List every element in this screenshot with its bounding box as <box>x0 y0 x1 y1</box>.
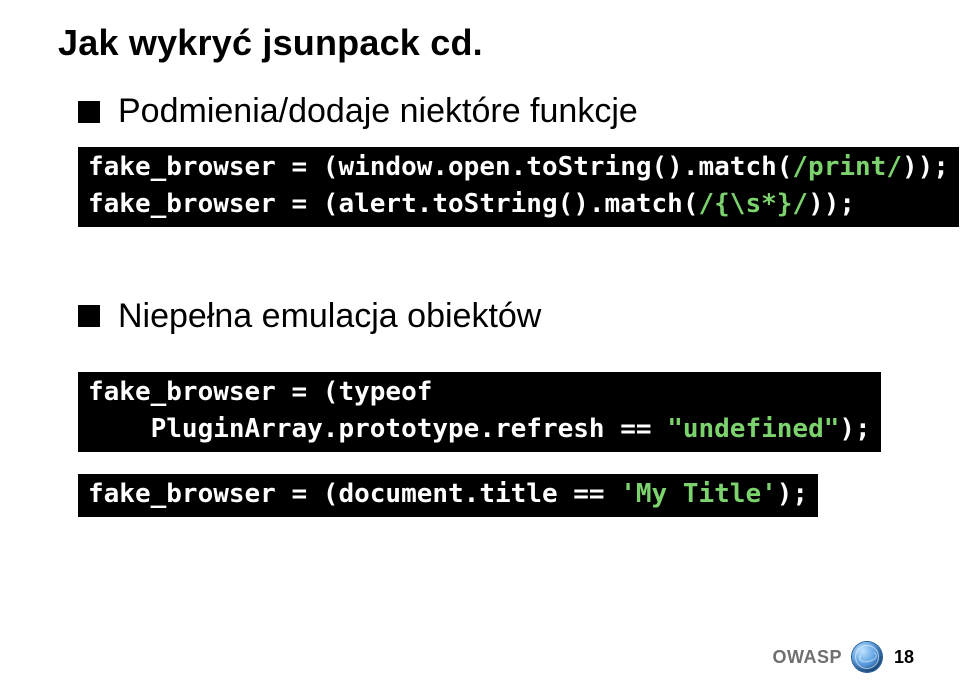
code-text: ); <box>839 414 870 444</box>
code-regex: /{\s*}/ <box>698 189 808 219</box>
footer-page-number: 18 <box>894 647 914 668</box>
slide: Jak wykryć jsunpack cd. Podmienia/dodaje… <box>0 0 960 692</box>
code-text: fake_browser = (document.title == <box>88 479 620 509</box>
code-block-1: fake_browser = (window.open.toString().m… <box>78 147 959 227</box>
code-text: fake_browser = (window.open.toString().m… <box>88 152 792 182</box>
code-regex: /print/ <box>792 152 902 182</box>
slide-footer: OWASP 18 <box>772 642 914 672</box>
footer-brand: OWASP <box>772 647 842 668</box>
bullet-text: Podmienia/dodaje niektóre funkcje <box>118 92 638 131</box>
slide-title: Jak wykryć jsunpack cd. <box>58 22 912 64</box>
code-text: )); <box>808 189 855 219</box>
bullet-item-2: Niepełna emulacja obiektów <box>78 297 912 336</box>
code-text: fake_browser = (alert.toString().match( <box>88 189 698 219</box>
code-text: )); <box>902 152 949 182</box>
code-block-2: fake_browser = (typeof PluginArray.proto… <box>78 372 881 452</box>
code-string: "undefined" <box>667 414 839 444</box>
bullet-text: Niepełna emulacja obiektów <box>118 297 541 336</box>
code-text: PluginArray.prototype.refresh == <box>88 414 667 444</box>
code-string: 'My Title' <box>620 479 777 509</box>
code-text: ); <box>777 479 808 509</box>
code-block-3: fake_browser = (document.title == 'My Ti… <box>78 474 818 517</box>
bullet-square-icon <box>78 305 100 327</box>
owasp-logo-icon <box>852 642 882 672</box>
bullet-square-icon <box>78 101 100 123</box>
code-text: fake_browser = (typeof <box>88 377 432 407</box>
bullet-item-1: Podmienia/dodaje niektóre funkcje <box>78 92 912 131</box>
